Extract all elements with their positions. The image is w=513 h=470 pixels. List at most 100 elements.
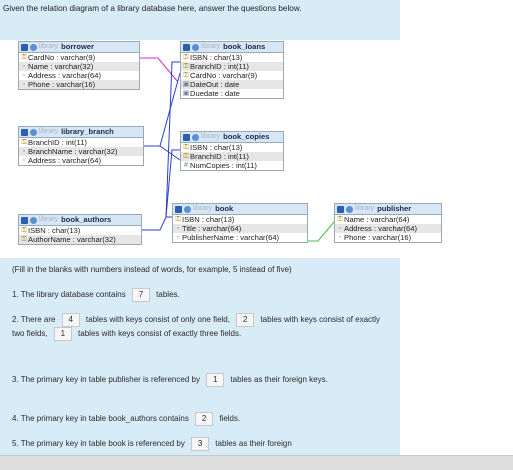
field-icon: ◦ — [176, 234, 180, 241]
question-text: fields. — [219, 414, 241, 424]
question-2: 2. There are 4 tables with keys consist … — [12, 313, 382, 341]
question-text: tables with keys consist of exactly thre… — [78, 329, 242, 339]
table-library-branch-header[interactable]: library library_branch — [19, 127, 143, 138]
question-text: tables. — [156, 290, 180, 300]
field-icon: ◦ — [338, 234, 342, 241]
answer-field[interactable]: 2 — [236, 313, 255, 327]
view-icon[interactable] — [337, 205, 344, 213]
table-publisher-header[interactable]: library publisher — [335, 204, 441, 215]
field-row: ▣ Duedate : date — [182, 89, 240, 98]
table-borrower-header[interactable]: library borrower — [19, 42, 139, 53]
key-icon: ⚿ — [21, 139, 27, 146]
answer-field[interactable]: 4 — [61, 313, 80, 327]
table-prefix: library — [39, 128, 59, 135]
options-icon[interactable] — [192, 133, 199, 141]
answer-field[interactable]: 3 — [191, 437, 210, 451]
view-icon[interactable] — [21, 128, 28, 136]
table-book-authors[interactable]: library book_authors ⚿ ISBN : char(13) ⚿ A… — [18, 214, 142, 245]
options-icon[interactable] — [192, 43, 199, 51]
options-icon[interactable] — [30, 128, 37, 136]
table-book-authors-header[interactable]: library book_authors — [19, 215, 141, 226]
view-icon[interactable] — [21, 216, 28, 224]
key-icon: ⚿ — [21, 227, 27, 234]
field-row: ◦ BranchName : varchar(32) — [19, 147, 143, 156]
table-name: book — [215, 204, 234, 213]
answer-field[interactable]: 1 — [53, 327, 72, 341]
numeric-icon: # — [184, 162, 188, 169]
link-branch-book-copies — [142, 145, 181, 161]
table-book-copies[interactable]: library book_copies ⚿ ISBN : char(13) ⚿ Br… — [180, 131, 284, 171]
table-name: publisher — [377, 204, 412, 213]
key-icon: ⚿ — [183, 144, 189, 151]
table-book-header[interactable]: library book — [173, 204, 307, 215]
field-row: ⚿ Name : varchar(64) — [337, 215, 410, 224]
bottom-bar — [0, 455, 513, 470]
field-row: # NumCopies : int(11) — [181, 161, 283, 170]
table-name: book_loans — [223, 42, 266, 51]
field-row: ⚿ AuthorName : varchar(32) — [19, 235, 141, 244]
table-book[interactable]: library book ⚿ ISBN : char(13) ◦ Title : v… — [172, 203, 308, 243]
relation-diagram: library borrower ⚿ CardNo : varchar(9) ◦ N… — [0, 0, 513, 258]
table-book-loans[interactable]: library book_loans ⚿ ISBN : char(13) ⚿ Bra… — [180, 41, 284, 99]
key-icon: ⚿ — [183, 63, 189, 70]
view-icon[interactable] — [21, 43, 28, 51]
field-row: ⚿ ISBN : char(13) — [183, 143, 243, 152]
field-row: ◦ Name : varchar(32) — [19, 62, 139, 71]
table-book-loans-header[interactable]: library book_loans — [181, 42, 283, 53]
field-icon: ◦ — [22, 72, 26, 79]
field-row: ◦ PublisherName : varchar(64) — [173, 233, 307, 242]
key-icon: ⚿ — [21, 54, 27, 61]
field-row: ⚿ BranchID : int(11) — [181, 152, 283, 161]
field-icon: ◦ — [22, 157, 26, 164]
link-book-authors — [140, 216, 167, 231]
options-icon[interactable] — [30, 216, 37, 224]
options-icon[interactable] — [346, 205, 353, 213]
field-row: ⚿ CardNo : varchar(9) — [183, 71, 258, 80]
field-row: ◦ Phone : varchar(16) — [335, 233, 441, 242]
date-icon: ▣ — [182, 90, 190, 97]
field-row: ▣ DateOut : date — [181, 80, 283, 89]
question-text: 1. The library database contains — [12, 290, 126, 300]
table-prefix: library — [355, 205, 375, 212]
table-prefix: library — [201, 133, 221, 140]
options-icon[interactable] — [30, 43, 37, 51]
question-text: 2. There are — [12, 315, 56, 325]
field-row: ◦ Phone : varchar(16) — [19, 80, 139, 89]
answer-field[interactable]: 2 — [195, 412, 214, 426]
question-text: 5. The primary key in table book is refe… — [12, 439, 185, 449]
table-prefix: library — [39, 216, 59, 223]
question-text: tables as their foreign keys. — [230, 375, 328, 385]
field-icon: ◦ — [22, 148, 26, 155]
table-borrower[interactable]: library borrower ⚿ CardNo : varchar(9) ◦ N… — [18, 41, 140, 90]
field-row: ⚿ CardNo : varchar(9) — [21, 53, 96, 62]
key-icon: ⚿ — [183, 72, 189, 79]
field-row: ◦ Address : varchar(64) — [19, 156, 143, 165]
table-name: book_authors — [61, 215, 112, 224]
view-icon[interactable] — [175, 205, 182, 213]
link-branch-book-loans — [142, 72, 181, 147]
field-row: ◦ Address : varchar(64) — [19, 71, 139, 80]
table-prefix: library — [201, 43, 221, 50]
key-icon: ⚿ — [175, 216, 181, 223]
field-row: ◦ Address : varchar(64) — [335, 224, 441, 233]
field-row: ⚿ BranchID : int(11) — [21, 138, 87, 147]
answer-field[interactable]: 7 — [131, 288, 150, 302]
table-prefix: library — [39, 43, 59, 50]
key-icon: ⚿ — [183, 54, 189, 61]
question-text: tables as their foreign — [215, 439, 292, 449]
question-5: 5. The primary key in table book is refe… — [12, 437, 382, 451]
answer-field[interactable]: 1 — [206, 373, 225, 387]
view-icon[interactable] — [183, 133, 190, 141]
table-prefix: library — [193, 205, 213, 212]
table-book-copies-header[interactable]: library book_copies — [181, 132, 283, 143]
view-icon[interactable] — [183, 43, 190, 51]
field-icon: ◦ — [22, 81, 26, 88]
table-library-branch[interactable]: library library_branch ⚿ BranchID : int(1… — [18, 126, 144, 166]
instructions: (Fill in the blanks with numbers instead… — [12, 265, 292, 274]
field-row: ⚿ BranchID : int(11) — [181, 62, 283, 71]
question-1: 1. The library database contains 7 table… — [12, 288, 382, 302]
field-icon: ◦ — [22, 63, 26, 70]
options-icon[interactable] — [184, 205, 191, 213]
table-publisher[interactable]: library publisher ⚿ Name : varchar(64) ◦ A… — [334, 203, 442, 243]
link-publisher — [306, 221, 335, 242]
